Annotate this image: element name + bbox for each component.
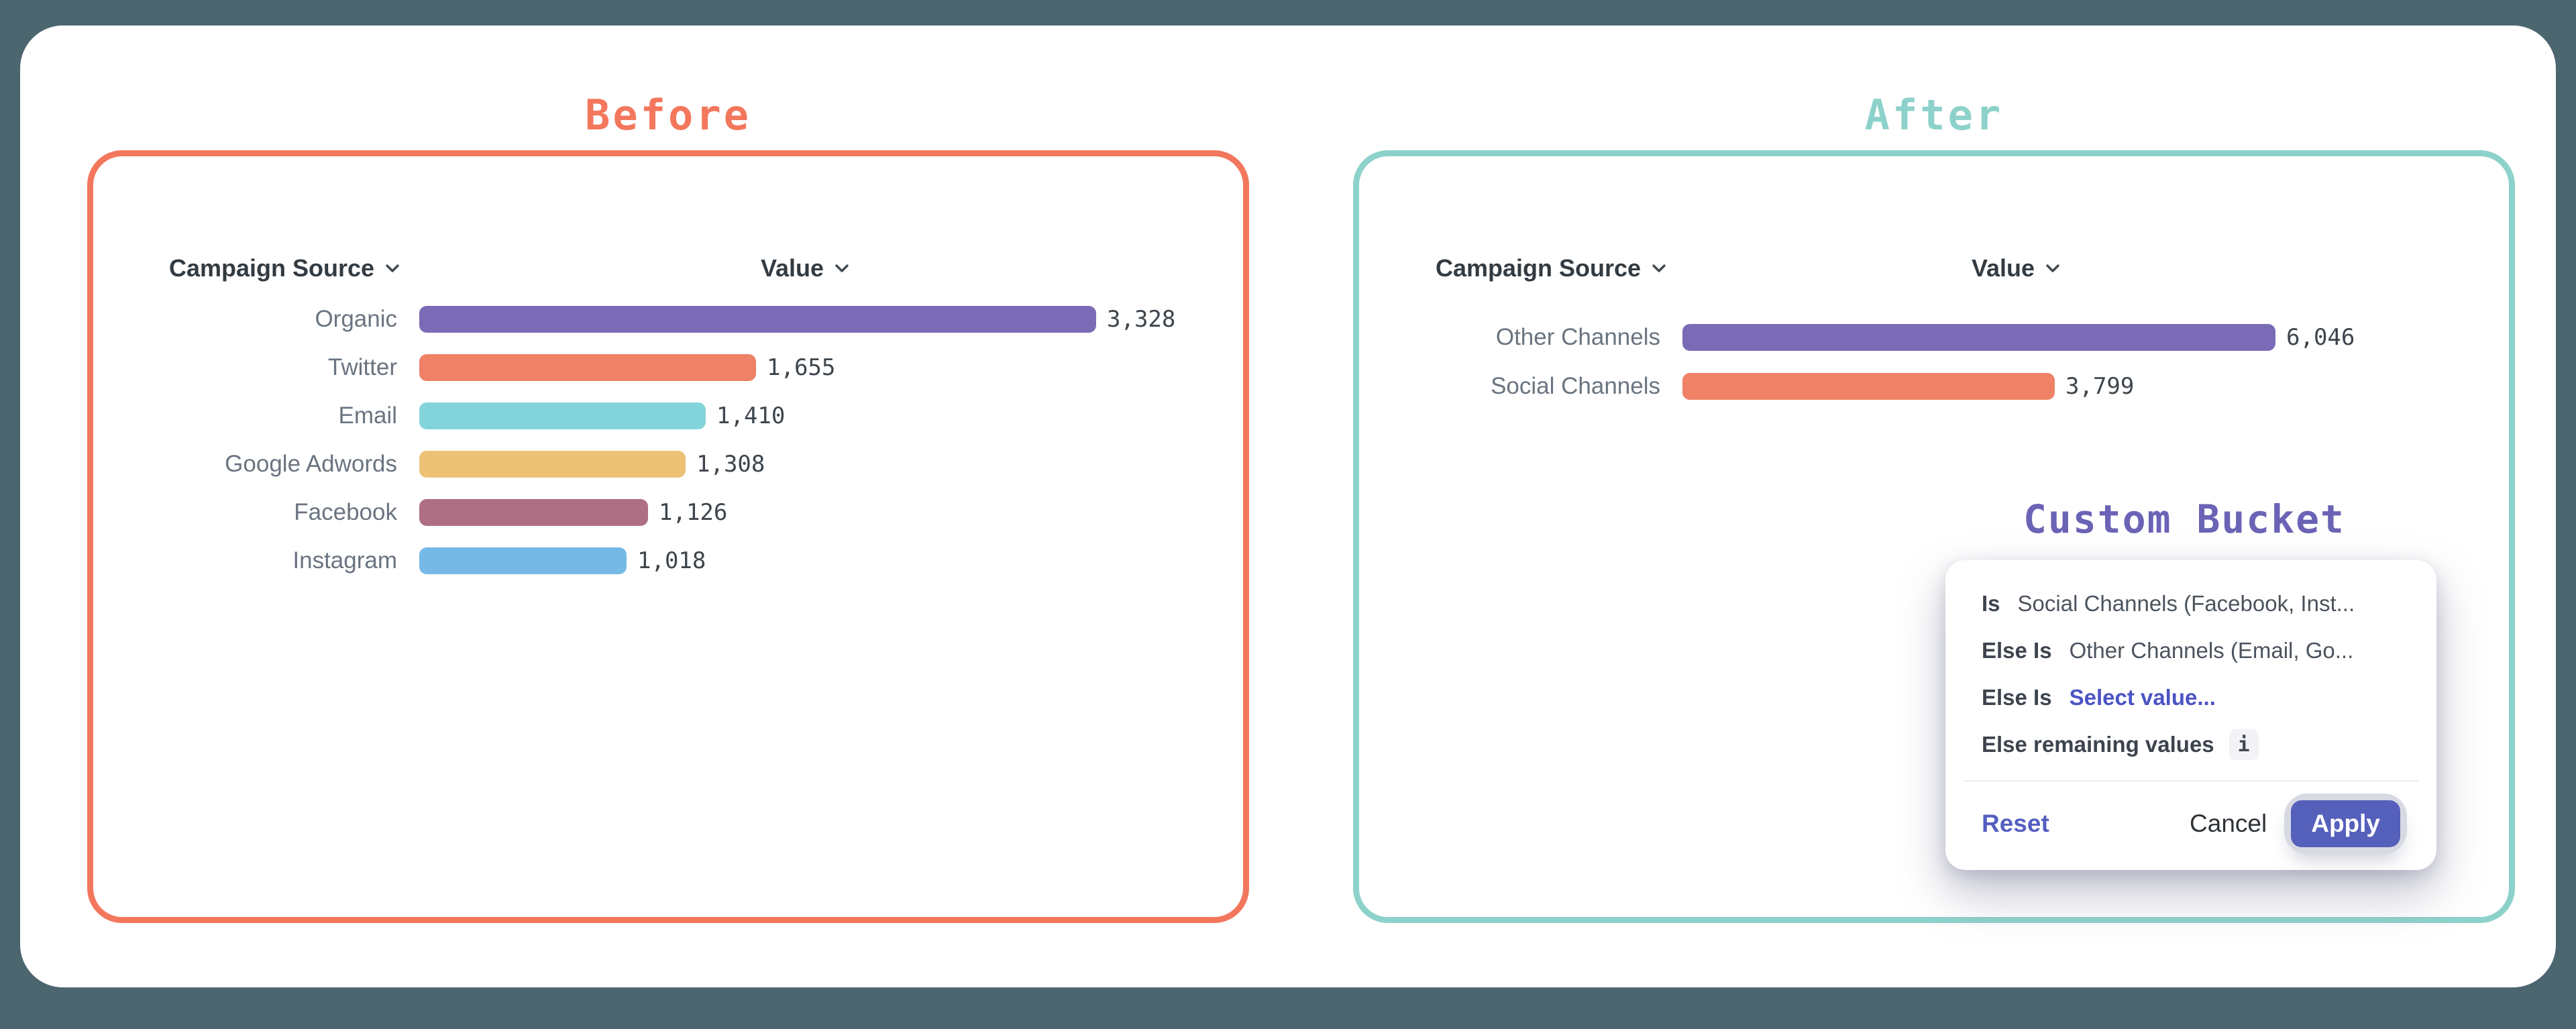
table-row[interactable]: Other Channels 6,046 [1379, 313, 2355, 362]
row-label: Twitter [181, 354, 397, 381]
row-value: 1,655 [767, 354, 835, 381]
before-measure-header-label: Value [761, 254, 824, 282]
row-label: Email [181, 402, 397, 429]
row-label: Social Channels [1379, 373, 1660, 400]
condition-operator: Else Is [1982, 685, 2052, 710]
chevron-down-icon [385, 264, 400, 273]
before-dimension-header[interactable]: Campaign Source [169, 252, 400, 284]
before-measure-header[interactable]: Value [711, 252, 899, 284]
select-value-link[interactable]: Select value... [2070, 685, 2216, 710]
main-card: Before Campaign Source Value Organic 3,32… [20, 25, 2556, 987]
chevron-down-icon [835, 264, 849, 273]
after-measure-header-label: Value [1972, 254, 2035, 282]
value-bar [1682, 324, 2275, 351]
row-value: 1,018 [637, 547, 706, 574]
row-label: Instagram [181, 547, 397, 574]
apply-button-focus-ring: Apply [2291, 800, 2400, 847]
info-icon[interactable]: i [2229, 729, 2259, 760]
condition-operator: Else remaining values [1982, 732, 2214, 757]
chevron-down-icon [2045, 264, 2060, 273]
condition-operator: Else Is [1982, 638, 2052, 663]
row-value: 3,328 [1107, 306, 1175, 333]
chevron-down-icon [1652, 264, 1666, 273]
before-bar-table: Organic 3,328 Twitter 1,655 Email 1,410 Google… [181, 295, 1175, 585]
row-label: Google Adwords [181, 451, 397, 478]
bucket-condition-row: Else Is Select value... [1982, 674, 2400, 721]
value-bar [419, 499, 648, 526]
bucket-condition-row: Else Is Other Channels (Email, Go... [1982, 627, 2400, 674]
value-bar [419, 306, 1096, 333]
before-dimension-header-label: Campaign Source [169, 254, 374, 282]
row-value: 1,410 [716, 402, 785, 429]
before-title: Before [87, 87, 1249, 144]
custom-bucket-dialog: Is Social Channels (Facebook, Inst... El… [1945, 560, 2436, 870]
apply-button[interactable]: Apply [2291, 800, 2400, 847]
row-label: Other Channels [1379, 324, 1660, 351]
table-row[interactable]: Instagram 1,018 [181, 537, 1175, 585]
row-label: Organic [181, 306, 397, 333]
row-value: 6,046 [2286, 324, 2355, 351]
value-bar [419, 547, 627, 574]
reset-button[interactable]: Reset [1982, 810, 2049, 838]
condition-value[interactable]: Other Channels (Email, Go... [2070, 638, 2354, 663]
table-row[interactable]: Facebook 1,126 [181, 488, 1175, 537]
after-dimension-header-label: Campaign Source [1436, 254, 1641, 282]
after-title: After [1353, 87, 2515, 144]
bucket-condition-row: Is Social Channels (Facebook, Inst... [1982, 580, 2400, 627]
bucket-condition-row: Else remaining values i [1982, 721, 2400, 768]
cancel-button[interactable]: Cancel [2190, 810, 2267, 838]
condition-operator: Is [1982, 591, 2000, 616]
after-measure-header[interactable]: Value [1922, 252, 2110, 284]
row-value: 1,308 [696, 451, 765, 478]
row-label: Facebook [181, 499, 397, 526]
table-row[interactable]: Twitter 1,655 [181, 343, 1175, 392]
custom-bucket-title: Custom Bucket [1949, 495, 2419, 543]
page-background: Before Campaign Source Value Organic 3,32… [0, 0, 2576, 1029]
value-bar [419, 451, 686, 478]
table-row[interactable]: Social Channels 3,799 [1379, 362, 2355, 411]
condition-value[interactable]: Social Channels (Facebook, Inst... [2018, 591, 2355, 616]
dialog-footer: Reset Cancel Apply [1982, 800, 2400, 847]
after-dimension-header[interactable]: Campaign Source [1436, 252, 1666, 284]
value-bar [1682, 373, 2055, 400]
after-bar-table: Other Channels 6,046 Social Channels 3,799 [1379, 313, 2355, 411]
table-row[interactable]: Email 1,410 [181, 392, 1175, 440]
table-row[interactable]: Organic 3,328 [181, 295, 1175, 343]
dialog-divider [1964, 780, 2418, 781]
value-bar [419, 354, 756, 381]
table-row[interactable]: Google Adwords 1,308 [181, 440, 1175, 488]
value-bar [419, 402, 706, 429]
row-value: 3,799 [2065, 373, 2134, 400]
row-value: 1,126 [659, 499, 727, 526]
